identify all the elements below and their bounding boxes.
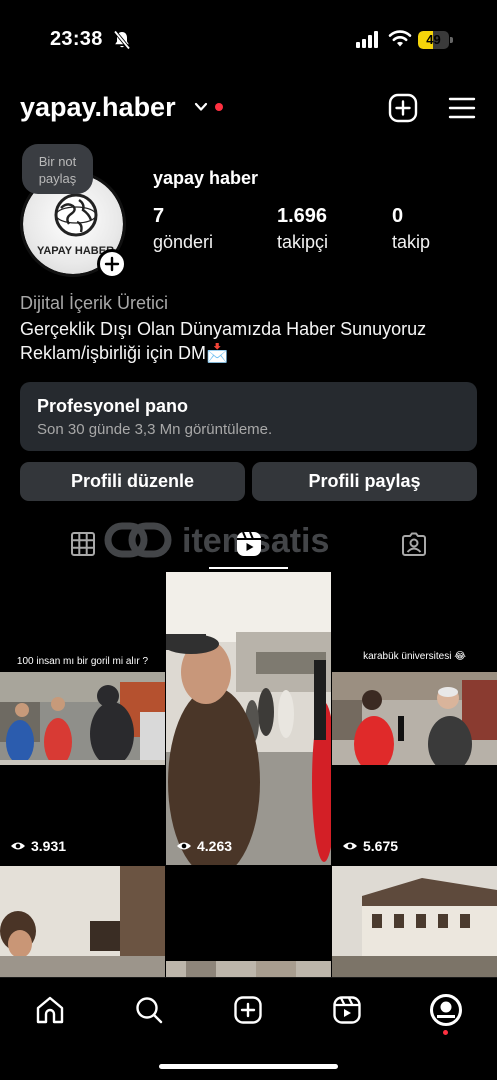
eye-icon [177, 842, 191, 850]
view-count-text: 4.263 [197, 838, 233, 854]
view-count: 4.263 [176, 838, 232, 854]
eye-icon [11, 842, 25, 850]
profile-category: Dijital İçerik Üretici [20, 293, 169, 313]
battery-indicator: 49 [418, 31, 454, 49]
post-tile[interactable] [332, 866, 497, 977]
view-count-text: 5.675 [363, 838, 399, 854]
create-post-button[interactable] [388, 93, 418, 123]
note-bubble[interactable]: Bir not paylaş [22, 144, 93, 194]
post-thumbnail [166, 961, 331, 977]
bell-muted-icon [113, 30, 131, 50]
battery-level-text: 49 [426, 32, 441, 47]
posts-label[interactable]: gönderi [153, 232, 213, 253]
bio-line: Gerçeklik Dışı Olan Dünyamızda Haber Sun… [20, 319, 427, 339]
posts-count[interactable]: 7 [153, 205, 164, 228]
chevron-down-icon[interactable] [194, 101, 208, 113]
grid-tab-icon[interactable] [70, 531, 96, 557]
notification-dot [215, 103, 223, 111]
post-tile[interactable]: 4.263 [166, 572, 331, 865]
post-tile[interactable]: karabük üniversitesi 😂 5.675 [332, 572, 497, 865]
post-thumbnail [0, 866, 165, 977]
search-icon[interactable] [134, 995, 164, 1025]
view-count: 5.675 [342, 838, 398, 854]
post-thumbnail [332, 672, 497, 765]
notification-dot [443, 1030, 448, 1035]
following-count[interactable]: 0 [392, 205, 403, 228]
home-icon[interactable] [35, 995, 65, 1025]
eye-icon [343, 842, 357, 850]
view-count: 3.931 [10, 838, 66, 854]
post-thumbnail [332, 866, 497, 977]
post-tile[interactable] [166, 866, 331, 977]
create-icon[interactable] [233, 995, 263, 1025]
dashboard-subtitle: Son 30 günde 3,3 Mn görüntüleme. [37, 421, 273, 438]
post-thumbnail [166, 572, 331, 865]
followers-label[interactable]: takipçi [277, 232, 328, 253]
active-tab-indicator [209, 567, 288, 569]
post-thumbnail [0, 672, 165, 765]
display-name: yapay haber [153, 168, 259, 188]
wifi-icon [388, 30, 412, 47]
followers-count[interactable]: 1.696 [277, 205, 327, 228]
reels-icon[interactable] [332, 995, 362, 1025]
tagged-tab-icon[interactable] [401, 531, 427, 557]
profile-avatar-nav[interactable] [430, 994, 462, 1026]
share-profile-button[interactable]: Profili paylaş [252, 462, 477, 501]
reels-tab-icon[interactable] [235, 530, 263, 558]
cellular-signal-icon [356, 31, 378, 48]
professional-dashboard[interactable]: Profesyonel pano Son 30 günde 3,3 Mn gör… [20, 382, 477, 451]
globe-logo-icon [54, 193, 98, 237]
menu-icon[interactable] [448, 96, 476, 120]
view-count-text: 3.931 [31, 838, 67, 854]
following-label[interactable]: takip [392, 232, 430, 253]
bio-line: Reklam/işbirliği için DM📩 [20, 343, 229, 363]
post-tile[interactable] [0, 866, 165, 977]
post-tile[interactable]: 100 insan mı bir goril mi alır ? 3.931 [0, 572, 165, 865]
account-username[interactable]: yapay.haber [20, 92, 176, 123]
post-caption: karabük üniversitesi 😂 [363, 651, 466, 662]
edit-profile-button[interactable]: Profili düzenle [20, 462, 245, 501]
post-caption: 100 insan mı bir goril mi alır ? [16, 656, 149, 667]
home-indicator[interactable] [159, 1064, 338, 1069]
globe-logo-icon [433, 997, 459, 1023]
status-time: 23:38 [50, 28, 103, 50]
add-story-icon[interactable] [97, 249, 127, 279]
dashboard-title: Profesyonel pano [37, 396, 189, 416]
